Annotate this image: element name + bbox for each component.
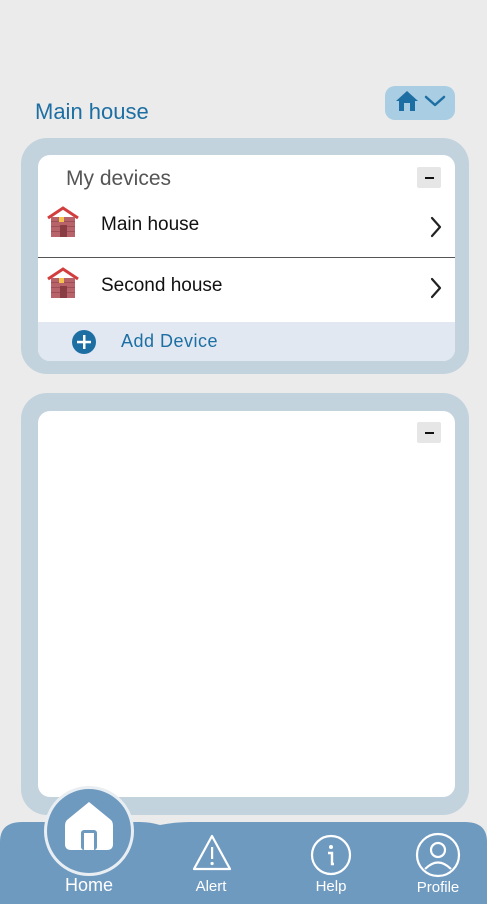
devices-card-inner: My devices Main house Second house Add D… — [38, 155, 455, 361]
device-item-label: Second house — [101, 275, 223, 296]
house-icon — [45, 266, 81, 305]
profile-icon — [414, 832, 462, 883]
collapse-content-button[interactable] — [417, 422, 441, 443]
page-title: Main house — [35, 99, 149, 124]
nav-label-help: Help — [315, 878, 347, 895]
device-item-label: Main house — [101, 214, 200, 235]
device-item-second-house[interactable]: Second house — [38, 259, 455, 319]
nav-label-home: Home — [64, 875, 113, 895]
row-divider — [38, 257, 455, 258]
nav-label-profile: Profile — [416, 879, 460, 896]
devices-card: My devices Main house Second house Add D… — [21, 138, 469, 374]
chevron-right-icon — [429, 276, 443, 305]
add-device-button[interactable]: Add Device — [38, 322, 455, 361]
minus-icon — [424, 176, 434, 179]
plus-circle-icon — [71, 329, 97, 360]
collapse-devices-button[interactable] — [417, 167, 441, 188]
info-icon — [309, 833, 353, 882]
content-card — [21, 393, 469, 815]
nav-label-alert: Alert — [195, 878, 227, 895]
content-card-inner — [38, 411, 455, 797]
chevron-down-icon — [424, 94, 446, 113]
house-icon — [45, 205, 81, 244]
home-icon — [61, 798, 117, 857]
chevron-right-icon — [429, 215, 443, 244]
nav-item-home[interactable] — [44, 786, 134, 876]
alert-icon — [191, 833, 233, 878]
house-icon — [394, 89, 420, 118]
add-device-label: Add Device — [121, 331, 219, 351]
device-item-main-house[interactable]: Main house — [38, 198, 455, 258]
house-switcher-button[interactable] — [385, 86, 455, 120]
devices-title: My devices — [66, 167, 172, 190]
minus-icon — [424, 431, 434, 434]
